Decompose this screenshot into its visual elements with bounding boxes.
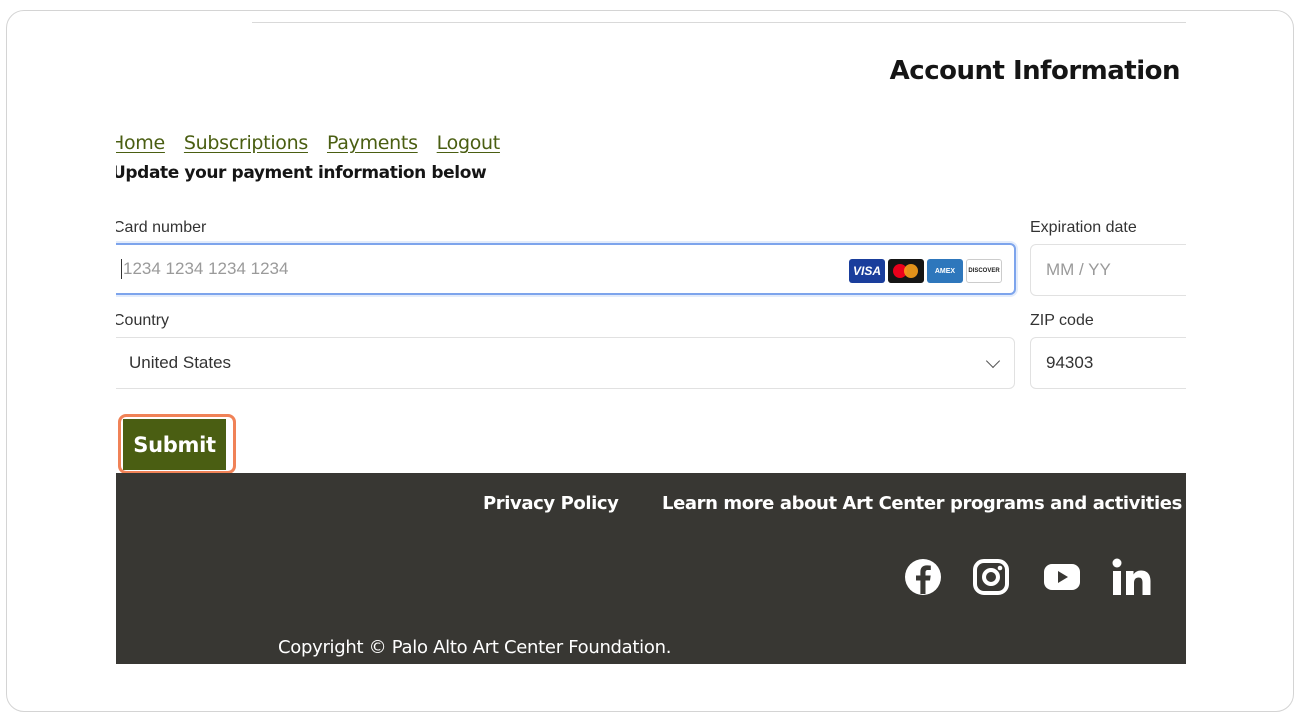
nav-link-payments[interactable]: Payments [327, 132, 418, 154]
text-caret [121, 259, 122, 279]
nav-link-logout[interactable]: Logout [437, 132, 501, 154]
card-number-input[interactable]: 1234 1234 1234 1234 VISA AMEX DISCOVER [116, 243, 1016, 295]
submit-button[interactable]: Submit [123, 419, 226, 470]
privacy-policy-link[interactable]: Privacy Policy [483, 493, 619, 514]
page-subtitle: Update your payment information below [116, 163, 487, 183]
mastercard-icon [888, 259, 924, 283]
facebook-icon[interactable] [904, 558, 942, 596]
learn-more-link[interactable]: Learn more about Art Center programs and… [662, 493, 1182, 514]
zip-code-input[interactable]: 94303 [1030, 337, 1186, 389]
instagram-icon[interactable] [972, 558, 1010, 596]
country-label: Country [116, 312, 170, 329]
zip-code-value: 94303 [1046, 353, 1094, 372]
nav-link-subscriptions[interactable]: Subscriptions [184, 132, 308, 154]
chevron-down-icon [985, 353, 1001, 369]
visa-icon: VISA [849, 259, 885, 283]
amex-icon: AMEX [927, 259, 963, 283]
account-nav: Home Subscriptions Payments Logout [116, 132, 500, 154]
page-content: Account Information Home Subscriptions P… [116, 0, 1186, 664]
expiration-date-input[interactable]: MM / YY [1030, 244, 1186, 296]
card-number-placeholder: 1234 1234 1234 1234 [123, 259, 289, 278]
country-value: United States [129, 353, 232, 372]
youtube-icon[interactable] [1043, 562, 1081, 592]
nav-link-home[interactable]: Home [116, 132, 165, 154]
copyright-text: Copyright © Palo Alto Art Center Foundat… [278, 637, 672, 658]
card-number-label: Card number [116, 219, 207, 236]
card-brand-logos: VISA AMEX DISCOVER [849, 259, 1002, 283]
linkedin-icon[interactable] [1112, 558, 1152, 596]
page-title: Account Information [889, 56, 1181, 86]
expiration-date-placeholder: MM / YY [1046, 260, 1111, 279]
discover-icon: DISCOVER [966, 259, 1002, 283]
site-footer: Privacy Policy Learn more about Art Cent… [116, 473, 1186, 664]
zip-code-label: ZIP code [1030, 312, 1094, 329]
country-select[interactable]: United States [116, 337, 1015, 389]
expiration-date-label: Expiration date [1030, 219, 1137, 236]
